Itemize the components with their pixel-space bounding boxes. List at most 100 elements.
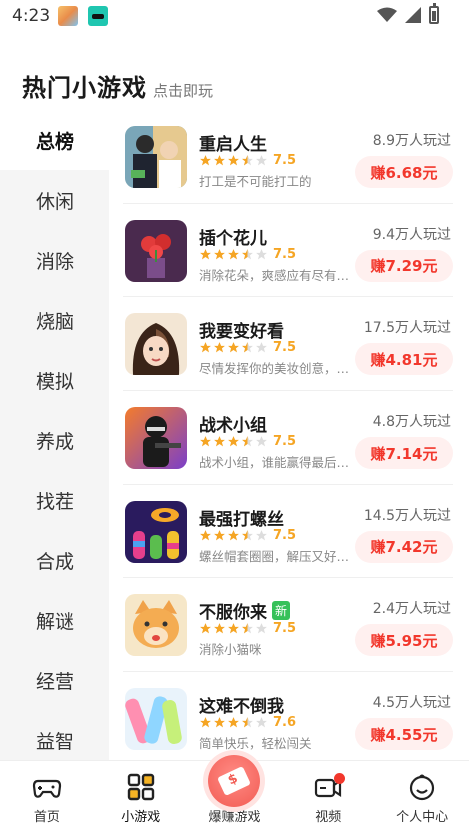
wifi-icon: [377, 7, 397, 22]
earn-button[interactable]: 赚6.68元: [355, 156, 453, 188]
star-icon: [214, 155, 225, 166]
game-thumbnail[interactable]: [125, 688, 187, 751]
half-star-icon: [242, 717, 253, 728]
game-row[interactable]: 重启人生 7.5 打工是不可能打工的 8.9万人玩过 赚6.68元: [123, 110, 453, 204]
play-count: 14.5万人玩过: [363, 507, 451, 524]
game-row[interactable]: 插个花儿 7.5 消除花朵，爽感应有尽有… 9.4万人玩过 赚7.29元: [123, 204, 453, 298]
game-thumbnail[interactable]: [125, 313, 187, 376]
game-name: 不服你来新: [199, 598, 291, 623]
star-icon: [200, 717, 211, 728]
game-row[interactable]: 战术小组 7.5 战术小组，谁能赢得最后… 4.8万人玩过 赚7.14元: [123, 391, 453, 485]
half-star-icon: [242, 529, 253, 541]
star-icon: [214, 717, 225, 728]
earn-button[interactable]: 赚5.95元: [355, 624, 453, 657]
nav-label: 爆赚游戏: [208, 810, 261, 825]
sidebar-item-simulation[interactable]: 模拟: [0, 350, 109, 410]
money-card-icon: [208, 755, 261, 807]
game-description: 打工是不可能打工的: [199, 174, 312, 189]
game-name: 重启人生: [199, 135, 267, 155]
sidebar-item-brain[interactable]: 烧脑: [0, 290, 109, 350]
play-count: 4.8万人玩过: [372, 414, 451, 431]
half-star-icon: [242, 248, 253, 260]
star-icon: [228, 342, 239, 353]
game-description: 螺丝帽套圈圈，解压又好…: [199, 548, 349, 564]
game-row[interactable]: 我要变好看 7.5 尽情发挥你的美妆创意，… 17.5万人玩过 赚4.81元: [123, 297, 453, 392]
star-icon: [214, 342, 225, 353]
game-thumbnail[interactable]: [125, 407, 187, 470]
earn-button[interactable]: 赚7.42元: [355, 530, 453, 563]
game-row[interactable]: 不服你来新 7.5 消除小猫咪 2.4万人玩过 赚5.95元: [123, 578, 453, 673]
play-count: 4.5万人玩过: [372, 695, 451, 712]
nav-home[interactable]: 首页: [0, 761, 94, 834]
game-description: 战术小组，谁能赢得最后…: [199, 455, 349, 471]
earn-button[interactable]: 赚4.55元: [355, 718, 453, 751]
star-icon: [200, 248, 211, 260]
sidebar-item-spot-difference[interactable]: 找茬: [0, 470, 109, 530]
sidebar-item-match[interactable]: 消除: [0, 230, 109, 290]
nav-label: 个人中心: [396, 810, 449, 825]
empty-star-icon: [256, 717, 267, 728]
notification-dot: [334, 773, 346, 784]
star-icon: [214, 248, 225, 260]
star-icon: [214, 623, 225, 634]
game-thumbnail[interactable]: [125, 500, 187, 563]
rating: 7.6: [199, 715, 296, 730]
star-icon: [228, 248, 239, 260]
rating-value: 7.6: [273, 715, 297, 731]
star-icon: [200, 436, 211, 447]
nav-profile[interactable]: 个人中心: [375, 761, 469, 834]
game-name: 我要变好看: [199, 322, 284, 343]
game-row[interactable]: 最强打螺丝 7.5 螺丝帽套圈圈，解压又好… 14.5万人玩过 赚7.42元: [123, 485, 453, 579]
sidebar-item-educational[interactable]: 益智: [0, 710, 109, 760]
empty-star-icon: [256, 623, 267, 634]
empty-star-icon: [256, 248, 267, 260]
sidebar-item-management[interactable]: 经营: [0, 650, 109, 710]
nav-mini-games[interactable]: 小游戏: [94, 761, 188, 834]
game-thumbnail[interactable]: [125, 594, 187, 657]
battery-icon: [429, 3, 439, 24]
star-icon: [200, 623, 211, 634]
game-description: 消除花朵，爽感应有尽有…: [199, 267, 349, 283]
rating-value: 7.5: [273, 340, 297, 356]
rating-value: 7.5: [273, 434, 297, 450]
sidebar-item-merge[interactable]: 合成: [0, 530, 109, 590]
play-count: 8.9万人玩过: [372, 133, 451, 149]
game-thumbnail[interactable]: [125, 126, 187, 188]
nav-video[interactable]: 视频: [281, 761, 375, 834]
rating-value: 7.5: [273, 246, 297, 262]
play-count: 17.5万人玩过: [363, 320, 451, 337]
page-subtitle: 点击即玩: [153, 82, 214, 100]
earn-button[interactable]: 赚7.14元: [355, 437, 453, 470]
status-bar: 4:23: [0, 0, 469, 32]
sidebar-item-all[interactable]: 总榜: [0, 110, 109, 170]
category-sidebar: 总榜 休闲 消除 烧脑 模拟 养成 找茬 合成 解谜 经营 益智: [0, 110, 109, 760]
smile-face-icon: [409, 774, 435, 801]
play-count: 9.4万人玩过: [372, 226, 451, 243]
game-description: 尽情发挥你的美妆创意，…: [199, 361, 349, 377]
sidebar-item-puzzle[interactable]: 解谜: [0, 590, 109, 650]
star-icon: [228, 623, 239, 634]
page-title: 热门小游戏: [22, 74, 147, 102]
rating: 7.5: [199, 247, 296, 262]
sidebar-item-raising[interactable]: 养成: [0, 410, 109, 470]
half-star-icon: [242, 623, 253, 634]
rating: 7.5: [199, 434, 296, 449]
nav-label: 视频: [315, 810, 342, 825]
star-icon: [200, 342, 211, 353]
rating: 7.5: [199, 153, 296, 168]
earn-button[interactable]: 赚4.81元: [355, 343, 453, 376]
earn-button[interactable]: 赚7.29元: [355, 249, 453, 282]
sidebar-item-casual[interactable]: 休闲: [0, 170, 109, 230]
rating-value: 7.5: [273, 621, 297, 637]
game-thumbnail[interactable]: [125, 219, 187, 282]
grid-icon: [127, 773, 154, 801]
nav-hot-earn-games[interactable]: 爆赚游戏: [188, 755, 282, 834]
game-description: 消除小猫咪: [199, 642, 262, 658]
page-header: 热门小游戏 点击即玩: [22, 68, 213, 103]
empty-star-icon: [256, 436, 267, 447]
star-icon: [228, 436, 239, 447]
game-name: 战术小组: [199, 416, 267, 437]
star-icon: [228, 155, 239, 166]
game-description: 简单快乐，轻松闯关: [199, 736, 312, 752]
game-row[interactable]: 这难不倒我 7.6 简单快乐，轻松闯关 4.5万人玩过 赚4.55元: [123, 672, 453, 760]
